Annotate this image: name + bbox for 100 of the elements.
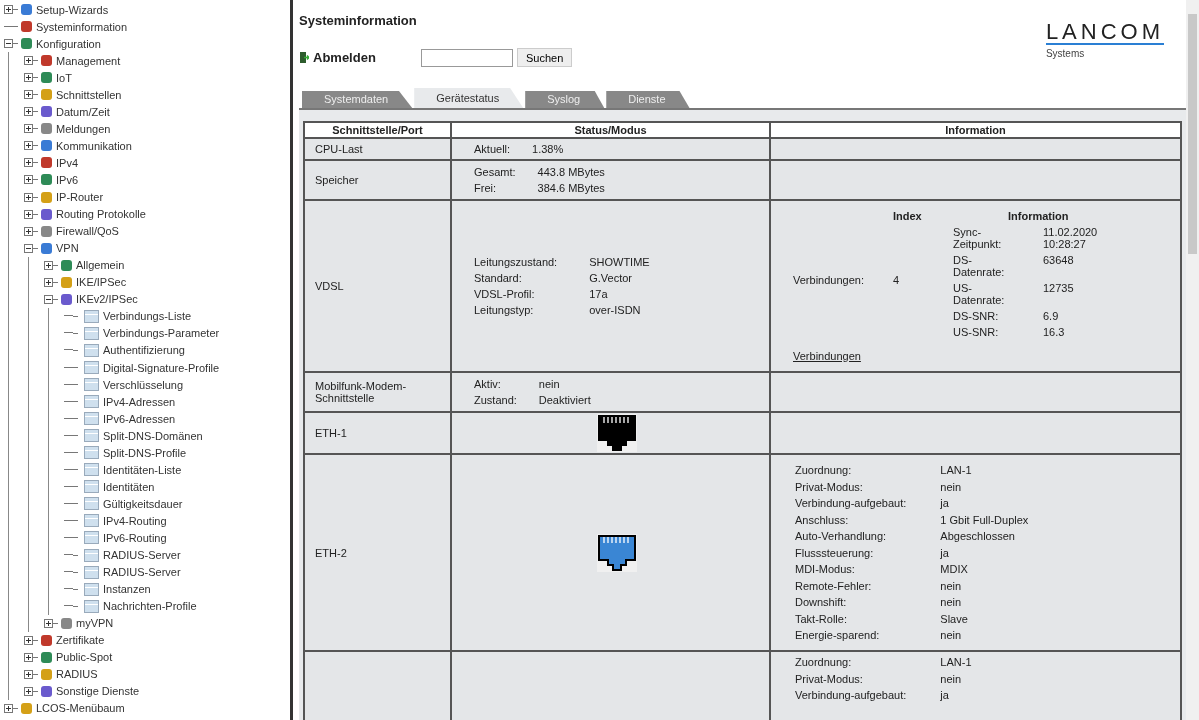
scrollbar[interactable] (1186, 0, 1199, 720)
expand-icon[interactable] (24, 107, 33, 117)
field-label: Zuordnung: (795, 656, 853, 668)
tree-item[interactable]: Gültigkeitsdauer (103, 497, 183, 510)
expand-icon[interactable] (4, 5, 13, 14)
expand-icon[interactable] (44, 260, 53, 270)
tree-item[interactable]: Public-Spot (56, 651, 113, 664)
tree-item[interactable]: myVPN (76, 617, 114, 630)
field-value: 4 (893, 274, 901, 286)
expand-icon[interactable] (24, 635, 33, 645)
table-icon (84, 582, 99, 596)
table-icon (84, 378, 99, 392)
tree-item[interactable]: VPN (56, 242, 79, 255)
expand-icon[interactable] (24, 124, 33, 134)
tree-item[interactable]: Zertifikate (56, 634, 105, 647)
field-label: US-Datenrate: (953, 282, 1006, 306)
collapse-icon[interactable] (44, 294, 53, 304)
connections-link[interactable]: Verbindungen (793, 350, 861, 362)
expand-icon[interactable] (24, 175, 33, 185)
expand-icon[interactable] (24, 158, 33, 168)
field-value: 12735 (1043, 282, 1075, 296)
tree-item[interactable]: IP-Router (56, 191, 104, 204)
column-header: Schnittstelle/Port (304, 122, 451, 138)
tree-item[interactable]: Split-DNS-Profile (103, 446, 187, 459)
tree-item[interactable]: Routing Protokolle (56, 208, 146, 221)
table-icon (84, 565, 99, 579)
tree-item[interactable]: Datum/Zeit (56, 105, 110, 118)
node-icon (61, 276, 72, 288)
tree-item[interactable]: Verbindungs-Parameter (103, 327, 220, 340)
collapse-icon[interactable] (24, 243, 33, 253)
expand-icon[interactable] (44, 618, 53, 628)
expand-icon[interactable] (24, 209, 33, 219)
tree-item[interactable]: Kommunikation (56, 139, 132, 152)
expand-icon[interactable] (24, 686, 33, 696)
field-value: 6.9 (1043, 310, 1060, 322)
expand-icon[interactable] (24, 226, 33, 236)
tree-item[interactable]: Authentifizierung (103, 344, 185, 357)
tab[interactable]: Gerätestatus (414, 88, 524, 108)
tree-item[interactable]: Digital-Signature-Profile (103, 361, 220, 374)
tree-item[interactable]: Management (56, 54, 121, 67)
tree-item[interactable]: RADIUS (56, 668, 98, 681)
tree-item[interactable]: IPv6-Routing (103, 531, 167, 544)
field-label: Zuordnung: (795, 464, 853, 476)
tree-item[interactable]: Verbindungs-Liste (103, 310, 192, 323)
column-header: Index (893, 210, 923, 222)
expand-icon[interactable] (24, 56, 33, 66)
node-icon (41, 668, 52, 680)
table-icon (84, 480, 99, 494)
tree-item[interactable]: Meldungen (56, 122, 111, 135)
table-icon (84, 361, 99, 374)
tree-item[interactable]: Allgemein (76, 259, 125, 272)
node-icon (21, 21, 32, 33)
tree-item[interactable]: Split-DNS-Domänen (103, 429, 203, 442)
tree-item[interactable]: IPv6 (56, 174, 78, 186)
tree-item[interactable]: Verschlüsselung (103, 378, 184, 391)
tree-item[interactable]: Nachrichten-Profile (103, 600, 197, 613)
expand-icon[interactable] (24, 669, 33, 679)
tree-item[interactable]: Instanzen (103, 583, 151, 596)
tree-item[interactable]: IKEv2/IPSec (76, 293, 138, 306)
tree-item[interactable]: Firewall/QoS (56, 225, 119, 238)
table-icon (84, 326, 99, 340)
expand-icon[interactable] (24, 192, 33, 202)
search-field[interactable] (421, 48, 513, 67)
tree-item[interactable]: Sonstige Dienste (56, 685, 140, 698)
field-label: Sync-Zeitpunkt: (953, 226, 1003, 250)
tree-item[interactable]: Systeminformation (36, 20, 128, 33)
tree-item[interactable]: IPv4-Adressen (103, 395, 176, 408)
field-label: Zustand: (474, 394, 517, 406)
field-label: Verbindungen: (793, 274, 865, 286)
expand-icon[interactable] (4, 703, 13, 713)
tree-item[interactable]: Identitäten-Liste (103, 463, 182, 476)
tree-item[interactable]: IPv4 (56, 156, 78, 169)
logout-icon (299, 51, 309, 64)
page-title: Systeminformation (299, 13, 418, 28)
search-button[interactable]: Suchen (517, 48, 573, 67)
field-label: US-SNR: (953, 326, 1000, 338)
logout-link[interactable]: Abmelden (299, 50, 421, 65)
field-label: Privat-Modus: (795, 672, 864, 685)
tree-item[interactable]: IoT (56, 71, 72, 84)
tree-item[interactable]: Konfiguration (36, 37, 101, 50)
expand-icon[interactable] (24, 652, 33, 662)
tree-item[interactable]: Identitäten (103, 480, 155, 493)
tree-item[interactable]: IPv6-Adressen (103, 412, 176, 425)
expand-icon[interactable] (24, 90, 33, 100)
field-value: nein (940, 579, 963, 592)
expand-icon[interactable] (24, 141, 33, 151)
tree-item[interactable]: Schnittstellen (56, 88, 122, 101)
collapse-icon[interactable] (4, 39, 13, 49)
expand-icon[interactable] (24, 73, 33, 83)
expand-icon[interactable] (44, 277, 53, 287)
tree-item[interactable]: IPv4-Routing (103, 514, 167, 527)
field-value: LAN-1 (940, 656, 972, 668)
tree-item[interactable]: RADIUS-Server (103, 566, 181, 579)
tree-item[interactable]: Setup-Wizards (36, 3, 109, 16)
tree-item[interactable]: RADIUS-Server (103, 549, 181, 561)
interface-name: CPU-Last (315, 143, 363, 155)
field-label: Takt-Rolle: (795, 612, 848, 625)
tree-item[interactable]: LCOS-Menübaum (36, 702, 125, 715)
field-value: 1.38% (532, 143, 564, 155)
tree-item[interactable]: IKE/IPSec (76, 276, 127, 289)
